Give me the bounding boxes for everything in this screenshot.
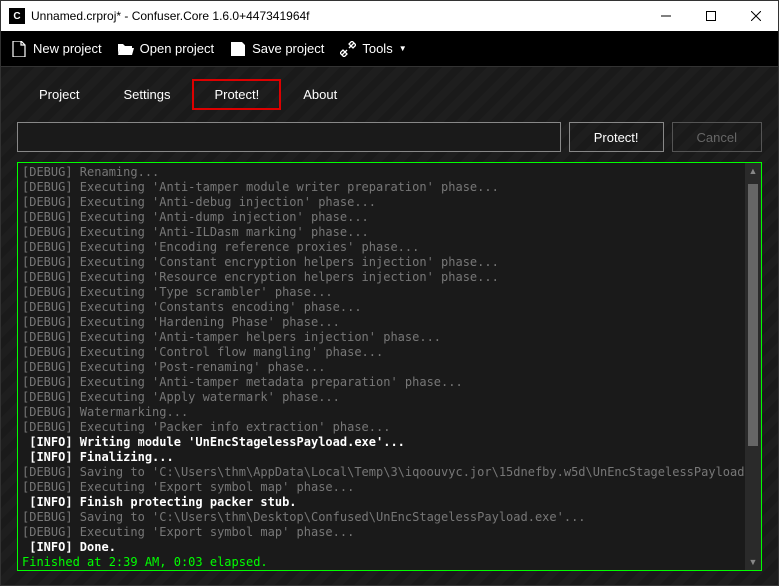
log-line: [DEBUG] Executing 'Anti-ILDasm marking' … (22, 225, 741, 240)
tools-label: Tools (362, 41, 392, 56)
tabs: Project Settings Protect! About (17, 79, 762, 110)
tools-button[interactable]: Tools ▼ (338, 37, 408, 61)
app-icon: C (9, 8, 25, 24)
titlebar-controls (643, 1, 778, 31)
log-line: [DEBUG] Executing 'Anti-tamper module wr… (22, 180, 741, 195)
log-line: [DEBUG] Executing 'Anti-tamper helpers i… (22, 330, 741, 345)
action-row: Protect! Cancel (17, 122, 762, 152)
log-line: [DEBUG] Executing 'Apply watermark' phas… (22, 390, 741, 405)
tab-protect[interactable]: Protect! (192, 79, 281, 110)
save-project-label: Save project (252, 41, 324, 56)
open-project-label: Open project (140, 41, 214, 56)
log-line: [DEBUG] Executing 'Post-renaming' phase.… (22, 360, 741, 375)
scroll-up-arrow[interactable]: ▲ (745, 163, 761, 179)
log-line: [DEBUG] Executing 'Control flow mangling… (22, 345, 741, 360)
log-line: [DEBUG] Executing 'Anti-tamper metadata … (22, 375, 741, 390)
log-line: [DEBUG] Executing 'Resource encryption h… (22, 270, 741, 285)
log-output[interactable]: [DEBUG] Renaming...[DEBUG] Executing 'An… (18, 163, 745, 570)
log-line: [DEBUG] Renaming... (22, 165, 741, 180)
save-project-button[interactable]: Save project (228, 37, 326, 61)
window-title: Unnamed.crproj* - Confuser.Core 1.6.0+44… (31, 9, 310, 23)
log-line: [INFO] Finish protecting packer stub. (22, 495, 741, 510)
tab-settings[interactable]: Settings (101, 79, 192, 110)
log-line: [INFO] Finalizing... (22, 450, 741, 465)
log-line: [DEBUG] Saving to 'C:\Users\thm\Desktop\… (22, 510, 741, 525)
log-line: [DEBUG] Executing 'Type scrambler' phase… (22, 285, 741, 300)
save-icon (230, 41, 246, 57)
titlebar: C Unnamed.crproj* - Confuser.Core 1.6.0+… (1, 1, 778, 31)
tab-project[interactable]: Project (17, 79, 101, 110)
protect-button[interactable]: Protect! (569, 122, 664, 152)
scroll-track[interactable] (745, 179, 761, 554)
log-line: [DEBUG] Executing 'Packer info extractio… (22, 420, 741, 435)
log-line: [DEBUG] Executing 'Anti-dump injection' … (22, 210, 741, 225)
scroll-thumb[interactable] (748, 184, 758, 447)
close-button[interactable] (733, 1, 778, 31)
maximize-button[interactable] (688, 1, 733, 31)
file-icon (11, 41, 27, 57)
chevron-down-icon: ▼ (399, 44, 407, 53)
log-panel: [DEBUG] Renaming...[DEBUG] Executing 'An… (17, 162, 762, 571)
new-project-button[interactable]: New project (9, 37, 104, 61)
tools-icon (340, 41, 356, 57)
new-project-label: New project (33, 41, 102, 56)
log-line: [DEBUG] Saving to 'C:\Users\thm\AppData\… (22, 465, 741, 480)
content-area: Project Settings Protect! About Protect!… (1, 67, 778, 585)
scroll-down-arrow[interactable]: ▼ (745, 554, 761, 570)
log-line: [DEBUG] Executing 'Anti-debug injection'… (22, 195, 741, 210)
log-line: [DEBUG] Executing 'Export symbol map' ph… (22, 480, 741, 495)
log-line: [INFO] Done. (22, 540, 741, 555)
log-line: [DEBUG] Executing 'Hardening Phase' phas… (22, 315, 741, 330)
log-line: [DEBUG] Executing 'Constants encoding' p… (22, 300, 741, 315)
main-toolbar: New project Open project Save project To… (1, 31, 778, 67)
titlebar-left: C Unnamed.crproj* - Confuser.Core 1.6.0+… (9, 8, 310, 24)
log-line: [DEBUG] Executing 'Export symbol map' ph… (22, 525, 741, 540)
log-line: [DEBUG] Executing 'Constant encryption h… (22, 255, 741, 270)
log-line: [DEBUG] Watermarking... (22, 405, 741, 420)
progress-input[interactable] (17, 122, 561, 152)
open-project-button[interactable]: Open project (116, 37, 216, 61)
window: C Unnamed.crproj* - Confuser.Core 1.6.0+… (0, 0, 779, 586)
cancel-button: Cancel (672, 122, 762, 152)
minimize-button[interactable] (643, 1, 688, 31)
log-line: Finished at 2:39 AM, 0:03 elapsed. (22, 555, 741, 570)
tab-about[interactable]: About (281, 79, 359, 110)
scrollbar[interactable]: ▲ ▼ (745, 163, 761, 570)
log-line: [INFO] Writing module 'UnEncStagelessPay… (22, 435, 741, 450)
log-line: [DEBUG] Executing 'Encoding reference pr… (22, 240, 741, 255)
folder-open-icon (118, 41, 134, 57)
